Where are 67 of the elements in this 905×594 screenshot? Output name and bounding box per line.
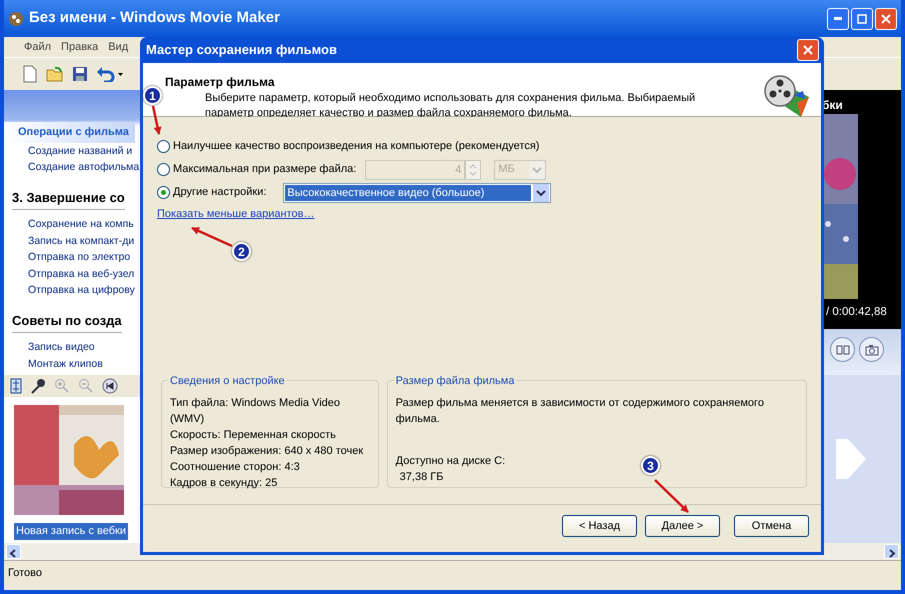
menu-item[interactable]: Файл [24,38,52,56]
option-label[interactable]: Наилучшее качество воспроизведения на компьютере (рекомендуется) [173,138,540,155]
info-text: Тип файла: Windows Media Video (WMV) [170,396,341,427]
preset-dropdown[interactable]: Высококачественное видео (большое) [283,182,552,202]
task-link[interactable]: Отправка на веб-узел [4,266,134,282]
microphone-icon[interactable] [30,378,46,394]
disk-label: Доступно на диске C: [396,454,506,469]
cancel-button[interactable]: Отмена [734,515,809,537]
close-icon [881,14,891,24]
minimize-icon [834,17,842,20]
clip-label[interactable]: Новая запись с вебки [14,523,128,540]
radio-button[interactable] [157,140,170,153]
maximize-icon [857,14,867,24]
snapshot-button[interactable] [859,337,884,362]
storyboard-icon[interactable] [10,378,22,394]
description-text: Выберите параметр, который необходимо использовать для сохранения фильма. Выбираемый параметр определяет качество и размер файла сохраняемого фильма. [204,91,696,120]
undo-icon[interactable] [96,66,124,82]
option-label[interactable]: Другие настройки: [173,184,266,201]
info-text: Размер фильма меняется в зависимости от содержимого сохраняемого фильма. [396,396,765,427]
radio-button[interactable] [157,186,170,199]
task-link[interactable]: Отправка по электро [4,249,130,266]
rewind-icon[interactable] [102,378,118,394]
task-link[interactable]: Создание автофильма [4,159,140,176]
minimize-button[interactable] [827,8,849,30]
show-fewer-options-link[interactable]: Показать меньше вариантов… [157,206,314,222]
close-button[interactable] [875,8,897,30]
section-title: 3. Завершение со [12,188,125,210]
split-icon [836,342,850,356]
scroll-left-button[interactable] [6,544,21,559]
maximize-button[interactable] [851,8,873,30]
group-title: Сведения о настройке [168,373,287,389]
time-display: / 0:00:42,88 [825,305,888,320]
close-icon [803,45,813,55]
status-text: Готово [8,567,42,579]
chevron-down-icon [536,188,546,196]
task-link[interactable]: Сохранение на компь [4,216,134,232]
group-title: Размер файла фильма [394,373,516,389]
app-icon [8,10,24,26]
window-title: Без имени - Windows Movie Maker [29,8,280,28]
close-button[interactable] [797,39,819,61]
new-document-icon[interactable] [22,65,38,83]
scroll-right-button[interactable] [884,544,899,559]
task-link[interactable]: Запись видео [4,339,95,356]
menu-item[interactable]: Вид [108,38,128,56]
task-link[interactable]: Монтаж клипов [4,356,103,372]
section-title: Операции с фильма [4,122,135,142]
dialog-title: Мастер сохранения фильмов [146,41,337,60]
info-text: Соотношение сторон: 4:3 [170,460,301,475]
film-reel-icon [763,73,811,119]
next-button[interactable]: Далее > [645,515,720,537]
info-text: Размер изображения: 640 x 480 точек [170,444,364,459]
menu-item[interactable]: Правка [61,38,98,56]
info-text: Скорость: Переменная скорость [170,428,337,443]
disk-space: 37,38 ГБ [398,470,444,485]
task-link[interactable]: Запись на компакт-ди [4,232,134,249]
section-heading: Параметр фильма [165,74,276,91]
info-text: Кадров в секунду: 25 [170,476,278,491]
back-button[interactable]: < Назад [562,515,637,537]
task-link[interactable]: Создание названий и [4,142,132,159]
chevron-icon [836,439,866,479]
section-title: Советы по созда [12,310,122,333]
chevron-down-icon [532,166,542,174]
split-button[interactable] [830,337,855,362]
save-icon[interactable] [72,66,88,82]
camera-icon [864,342,878,356]
open-folder-icon[interactable] [46,66,64,82]
task-link[interactable]: Отправка на цифрову [4,282,135,298]
